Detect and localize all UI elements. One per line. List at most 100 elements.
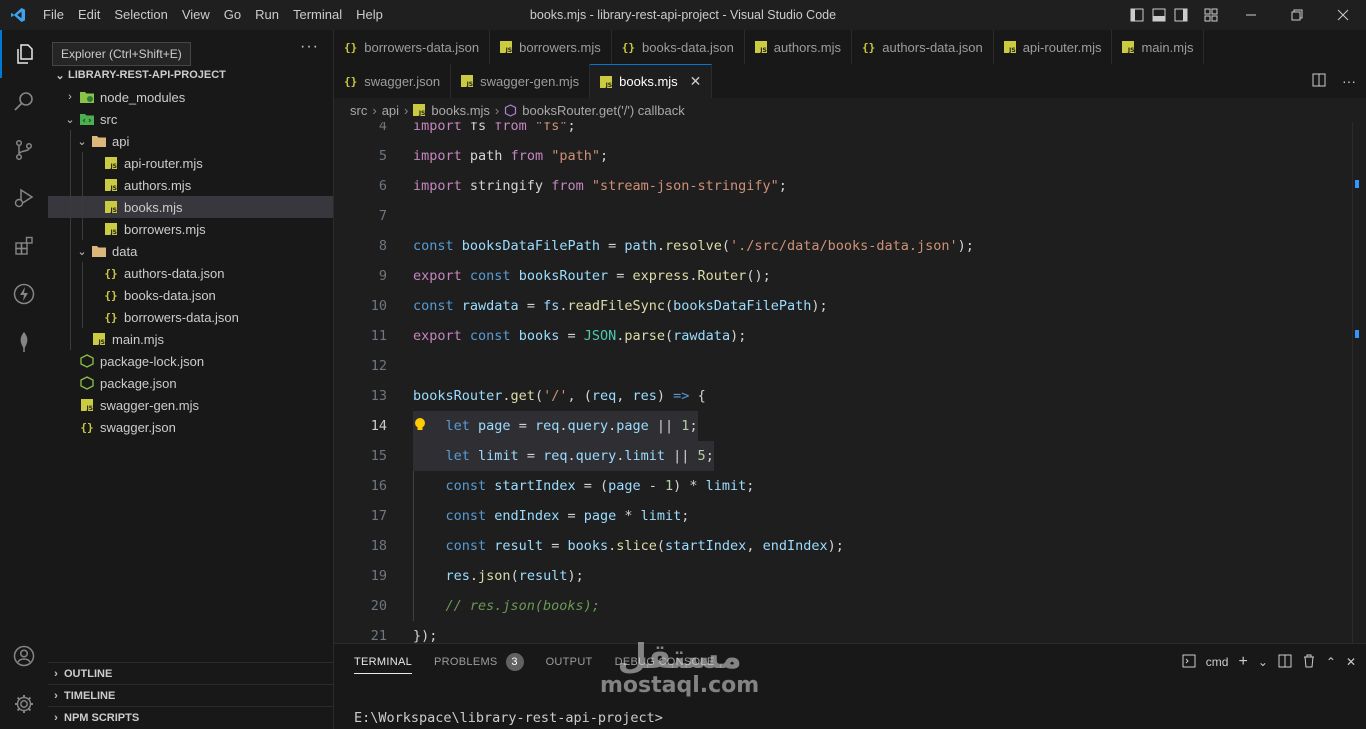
file-tree-item[interactable]: api-router.mjs — [48, 152, 333, 174]
customize-layout-icon[interactable] — [1200, 0, 1222, 30]
menu-view[interactable]: View — [175, 0, 217, 30]
file-tree-item[interactable]: ⌄ src — [48, 108, 333, 130]
explorer-tooltip: Explorer (Ctrl+Shift+E) — [52, 42, 191, 66]
close-panel-icon[interactable]: ✕ — [1346, 655, 1356, 669]
editor-tab[interactable]: books.mjs ✕ — [590, 64, 713, 98]
more-actions-icon[interactable]: ··· — [1342, 73, 1356, 89]
editor-tab[interactable]: {} borrowers-data.json — [334, 30, 491, 64]
file-tree-item[interactable]: books.mjs — [48, 196, 333, 218]
breadcrumb-item[interactable]: books.mjs — [431, 103, 490, 118]
settings-gear-icon[interactable] — [0, 680, 48, 728]
terminal-shell-label[interactable]: cmd — [1206, 655, 1229, 669]
file-tree-item[interactable]: ⌄ api — [48, 130, 333, 152]
menu-run[interactable]: Run — [248, 0, 286, 30]
indent-guide — [70, 130, 71, 152]
editor-tab[interactable]: borrowers.mjs — [490, 30, 612, 64]
source-control-icon[interactable] — [0, 126, 48, 174]
breadcrumb-item[interactable]: booksRouter.get('/') callback — [522, 103, 685, 118]
maximize-panel-icon[interactable]: ⌃ — [1326, 655, 1336, 669]
file-tree-item[interactable]: {} swagger.json — [48, 416, 333, 438]
search-icon[interactable] — [0, 78, 48, 126]
panel-tab-problems[interactable]: PROBLEMS 3 — [434, 644, 524, 680]
menu-selection[interactable]: Selection — [107, 0, 174, 30]
js-badge — [1122, 41, 1135, 54]
toggle-primary-sidebar-icon[interactable] — [1126, 0, 1148, 30]
code-text: const startIndex = (page - 1) * limit; — [445, 478, 755, 494]
terminal-shell-icon[interactable] — [1182, 654, 1196, 671]
indent-guide — [82, 218, 83, 240]
indent-guide — [82, 262, 83, 284]
outline-label: OUTLINE — [64, 667, 113, 680]
file-tree-item[interactable]: swagger-gen.mjs — [48, 394, 333, 416]
explorer-icon[interactable] — [0, 30, 48, 78]
chevron-down-icon[interactable]: ⌄ — [1258, 655, 1268, 669]
file-tree-item[interactable]: package.json — [48, 372, 333, 394]
editor-tab[interactable]: swagger-gen.mjs — [451, 64, 591, 98]
editor-scrollbar[interactable] — [1352, 122, 1366, 643]
file-tree-item[interactable]: borrowers.mjs — [48, 218, 333, 240]
line-number: 8 — [378, 238, 387, 254]
file-tree-item[interactable]: {} books-data.json — [48, 284, 333, 306]
more-actions-icon[interactable]: ··· — [300, 38, 319, 56]
workspace-root[interactable]: ⌄ LIBRARY-REST-API-PROJECT — [48, 64, 333, 86]
terminal-prompt[interactable]: E:\Workspace\library-rest-api-project> — [354, 710, 663, 726]
code-line: 17 const endIndex = page * limit; — [334, 501, 1352, 531]
account-icon[interactable] — [0, 632, 48, 680]
file-tree-item[interactable]: ⌄ data — [48, 240, 333, 262]
editor-tab-label: borrowers.mjs — [519, 39, 601, 55]
editor-tab[interactable]: api-router.mjs — [993, 30, 1113, 64]
npm-scripts-section[interactable]: › NPM SCRIPTS — [48, 706, 333, 728]
menu-edit[interactable]: Edit — [71, 0, 107, 30]
split-editor-icon[interactable] — [1312, 73, 1326, 90]
code-line: 18 const result = books.slice(startIndex… — [334, 531, 1352, 561]
new-terminal-icon[interactable]: + — [1238, 653, 1247, 671]
timeline-label: TIMELINE — [64, 689, 116, 702]
editor-tab[interactable]: {} authors-data.json — [852, 30, 994, 64]
panel-tab-terminal[interactable]: TERMINAL — [354, 644, 413, 680]
menu-go[interactable]: Go — [217, 0, 248, 30]
split-terminal-icon[interactable] — [1278, 654, 1292, 671]
editor-tab[interactable]: main.mjs — [1112, 30, 1205, 64]
file-tree-item[interactable]: {} borrowers-data.json — [48, 306, 333, 328]
trash-icon[interactable] — [1302, 654, 1316, 671]
thunder-client-icon[interactable] — [0, 270, 48, 318]
close-window-icon[interactable] — [1320, 0, 1366, 30]
timeline-section[interactable]: › TIMELINE — [48, 684, 333, 706]
file-tree-item[interactable]: package-lock.json — [48, 350, 333, 372]
code-editor[interactable]: 4 import fs from "fs"; 5 import path from "… — [334, 122, 1352, 643]
indent-guide — [70, 284, 71, 306]
breadcrumb-item[interactable]: api — [382, 103, 399, 118]
file-tree-label: swagger-gen.mjs — [100, 397, 199, 413]
menu-terminal[interactable]: Terminal — [286, 0, 349, 30]
run-debug-icon[interactable] — [0, 174, 48, 222]
file-tree-item[interactable]: authors.mjs — [48, 174, 333, 196]
js-file-icon — [102, 223, 120, 236]
code-text: res.json(result); — [445, 568, 584, 584]
file-tree-item[interactable]: {} authors-data.json — [48, 262, 333, 284]
js-file-icon — [754, 41, 767, 54]
close-tab-icon[interactable]: ✕ — [690, 73, 702, 90]
restore-icon[interactable] — [1274, 0, 1320, 30]
file-tree-item[interactable]: main.mjs — [48, 328, 333, 350]
toggle-secondary-sidebar-icon[interactable] — [1170, 0, 1192, 30]
file-tree-item[interactable]: › node_modules — [48, 86, 333, 108]
editor-tab[interactable]: {} swagger.json — [334, 64, 452, 98]
editor-tab[interactable]: {} books-data.json — [611, 30, 745, 64]
extensions-icon[interactable] — [0, 222, 48, 270]
toggle-panel-icon[interactable] — [1148, 0, 1170, 30]
mongodb-icon[interactable] — [0, 318, 48, 366]
editor-tab-label: authors.mjs — [773, 39, 841, 55]
outline-section[interactable]: › OUTLINE — [48, 662, 333, 684]
json-braces: {} — [621, 40, 636, 54]
menu-help[interactable]: Help — [349, 0, 390, 30]
code-text: const endIndex = page * limit; — [445, 508, 690, 524]
menu-file[interactable]: File — [36, 0, 71, 30]
editor-tab[interactable]: authors.mjs — [744, 30, 852, 64]
lightbulb-icon[interactable] — [414, 417, 426, 437]
json-braces: {} — [344, 74, 358, 88]
breadcrumb-item[interactable]: src — [350, 103, 367, 118]
line-number: 6 — [378, 178, 387, 194]
editor-tabs-row-2: {} swagger.json swagger-gen.mjs books.mjs ✕ — [334, 64, 1366, 98]
panel-tab-output[interactable]: OUTPUT — [546, 644, 593, 680]
minimize-icon[interactable] — [1228, 0, 1274, 30]
